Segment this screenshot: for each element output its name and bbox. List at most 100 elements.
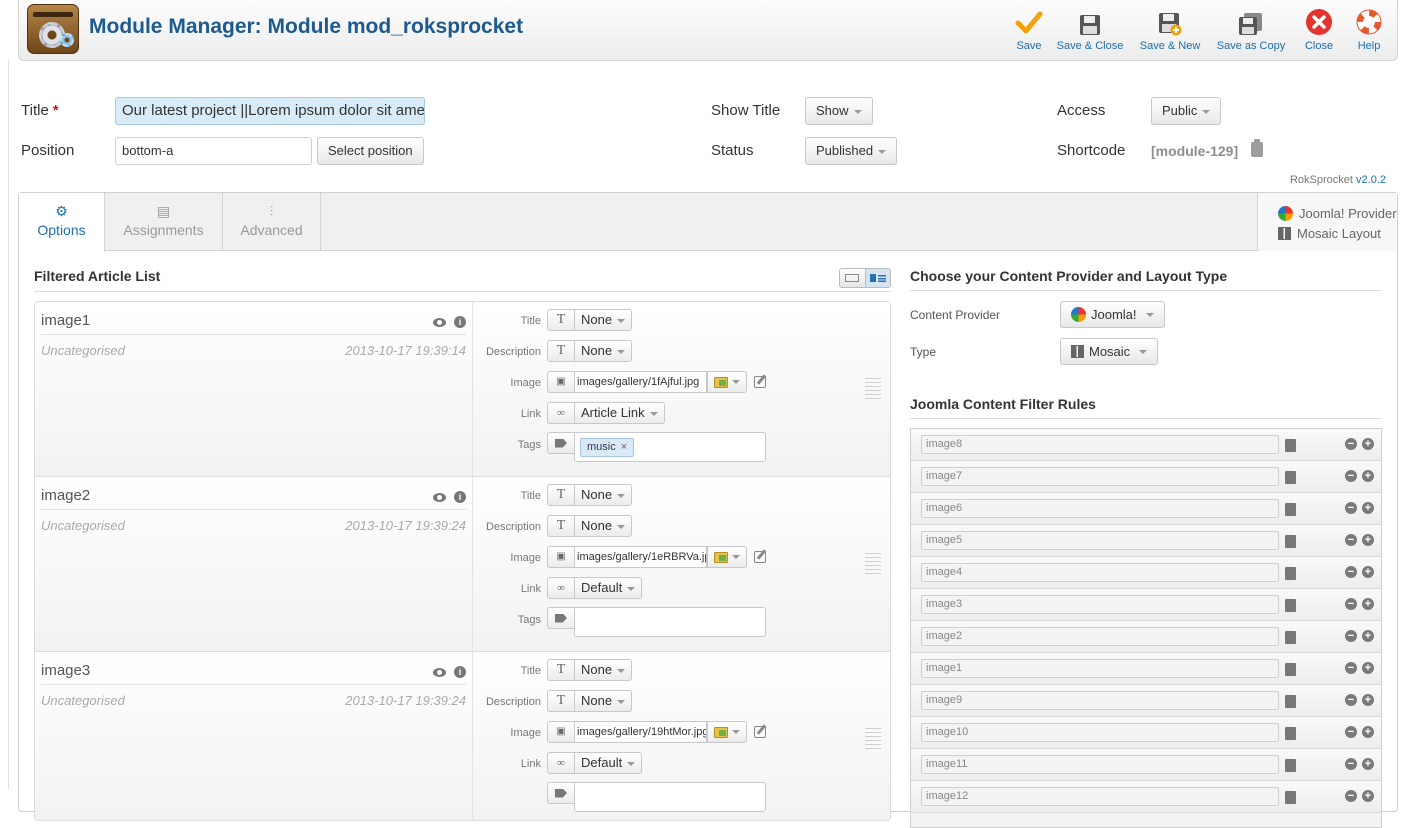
filter-input[interactable]: image4 — [921, 563, 1279, 582]
tag-chip[interactable]: music × — [580, 438, 635, 457]
filter-input[interactable]: image5 — [921, 531, 1279, 550]
add-rule-icon[interactable]: + — [1362, 598, 1374, 610]
tab-assignments[interactable]: ▤ Assignments — [105, 193, 223, 251]
info-icon[interactable]: i — [454, 491, 466, 503]
save-new-button[interactable]: Save & New — [1133, 6, 1207, 56]
article-category: Uncategorised — [41, 693, 125, 708]
document-icon — [1285, 439, 1296, 452]
filter-input[interactable]: image9 — [921, 691, 1279, 710]
remove-rule-icon[interactable]: − — [1345, 662, 1357, 674]
preview-eye-icon[interactable] — [433, 317, 446, 327]
layout-type-dropdown[interactable]: Mosaic — [1060, 338, 1159, 365]
add-rule-icon[interactable]: + — [1362, 566, 1374, 578]
add-rule-icon[interactable]: + — [1362, 630, 1374, 642]
remove-rule-icon[interactable]: − — [1345, 630, 1357, 642]
link-source-dropdown[interactable]: Article Link — [574, 402, 665, 424]
status-dropdown[interactable]: Published — [805, 137, 898, 165]
remove-tag-icon[interactable]: × — [621, 441, 627, 453]
preview-eye-icon[interactable] — [433, 667, 446, 677]
edit-icon[interactable] — [754, 376, 766, 388]
list-icon: ▤ — [156, 202, 171, 219]
filter-input[interactable]: image6 — [921, 499, 1279, 518]
add-rule-icon[interactable]: + — [1362, 790, 1374, 802]
image-picker-button[interactable] — [707, 546, 747, 568]
image-path-input[interactable]: images/gallery/19htMor.jpg — [574, 721, 707, 743]
checkmark-icon — [1011, 6, 1047, 36]
remove-rule-icon[interactable]: − — [1345, 598, 1357, 610]
link-source-dropdown[interactable]: Default — [574, 577, 643, 599]
link-source-dropdown[interactable]: Default — [574, 752, 643, 774]
filter-input[interactable]: image1 — [921, 659, 1279, 678]
view-toggle[interactable] — [839, 268, 891, 288]
add-rule-icon[interactable]: + — [1362, 726, 1374, 738]
description-source-dropdown[interactable]: None — [574, 340, 633, 362]
filter-input[interactable]: image7 — [921, 467, 1279, 486]
tags-input[interactable]: music × — [574, 432, 766, 462]
clipboard-icon[interactable] — [1251, 139, 1263, 157]
add-rule-icon[interactable]: + — [1362, 694, 1374, 706]
drag-handle[interactable] — [865, 728, 881, 750]
add-rule-icon[interactable]: + — [1362, 470, 1374, 482]
article-date: 2013-10-17 19:39:24 — [345, 518, 466, 533]
add-rule-icon[interactable]: + — [1362, 502, 1374, 514]
description-source-dropdown[interactable]: None — [574, 515, 633, 537]
preview-eye-icon[interactable] — [433, 492, 446, 502]
title-input[interactable]: Our latest project ||Lorem ipsum dolor s… — [115, 97, 425, 125]
filter-input[interactable]: image8 — [921, 435, 1279, 454]
drag-handle[interactable] — [865, 378, 881, 400]
tags-input[interactable] — [574, 782, 766, 812]
filter-row: image12− + — [911, 781, 1381, 813]
title-source-dropdown[interactable]: None — [574, 484, 633, 506]
remove-rule-icon[interactable]: − — [1345, 790, 1357, 802]
article-date: 2013-10-17 19:39:14 — [345, 343, 466, 358]
remove-rule-icon[interactable]: − — [1345, 694, 1357, 706]
module-manager-logo-icon — [27, 4, 79, 54]
tag-icon — [547, 607, 574, 629]
drag-handle[interactable] — [865, 553, 881, 575]
document-icon — [1285, 503, 1296, 516]
access-dropdown[interactable]: Public — [1151, 97, 1222, 125]
add-rule-icon[interactable]: + — [1362, 662, 1374, 674]
remove-rule-icon[interactable]: − — [1345, 758, 1357, 770]
content-provider-dropdown[interactable]: Joomla! — [1060, 301, 1165, 328]
filter-input[interactable]: image3 — [921, 595, 1279, 614]
remove-rule-icon[interactable]: − — [1345, 438, 1357, 450]
add-rule-icon[interactable]: + — [1362, 534, 1374, 546]
list-view-icon[interactable] — [840, 269, 865, 287]
save-close-button[interactable]: Save & Close — [1051, 6, 1129, 56]
help-button[interactable]: Help — [1347, 6, 1391, 56]
image-path-input[interactable]: images/gallery/1eRBRVa.jpg — [574, 546, 707, 568]
save-copy-button[interactable]: Save as Copy — [1211, 6, 1291, 56]
edit-icon[interactable] — [754, 726, 766, 738]
info-icon[interactable]: i — [454, 316, 466, 328]
title-source-dropdown[interactable]: None — [574, 659, 633, 681]
select-position-button[interactable]: Select position — [317, 137, 424, 165]
title-source-dropdown[interactable]: None — [574, 309, 633, 331]
info-icon[interactable]: i — [454, 666, 466, 678]
image-path-input[interactable]: images/gallery/1fAjful.jpg — [574, 371, 707, 393]
add-rule-icon[interactable]: + — [1362, 758, 1374, 770]
filter-input[interactable]: image2 — [921, 627, 1279, 646]
remove-rule-icon[interactable]: − — [1345, 566, 1357, 578]
remove-rule-icon[interactable]: − — [1345, 470, 1357, 482]
description-source-dropdown[interactable]: None — [574, 690, 633, 712]
show-title-dropdown[interactable]: Show — [805, 97, 873, 125]
close-button[interactable]: Close — [1295, 6, 1343, 56]
remove-rule-icon[interactable]: − — [1345, 534, 1357, 546]
joomla-icon — [1278, 205, 1293, 221]
position-input[interactable]: bottom-a — [115, 137, 312, 165]
filter-input[interactable]: image10 — [921, 723, 1279, 742]
remove-rule-icon[interactable]: − — [1345, 502, 1357, 514]
image-picker-button[interactable] — [707, 371, 747, 393]
tags-input[interactable] — [574, 607, 766, 637]
save-button[interactable]: Save — [1011, 6, 1047, 56]
document-icon — [1285, 599, 1296, 612]
remove-rule-icon[interactable]: − — [1345, 726, 1357, 738]
tab-options[interactable]: ⚙ Options — [19, 193, 105, 252]
edit-icon[interactable] — [754, 551, 766, 563]
add-rule-icon[interactable]: + — [1362, 438, 1374, 450]
detail-view-icon[interactable] — [864, 269, 890, 287]
tab-advanced[interactable]: ⫶ Advanced — [223, 193, 321, 251]
filter-input[interactable]: image11 — [921, 755, 1279, 774]
image-picker-button[interactable] — [707, 721, 747, 743]
